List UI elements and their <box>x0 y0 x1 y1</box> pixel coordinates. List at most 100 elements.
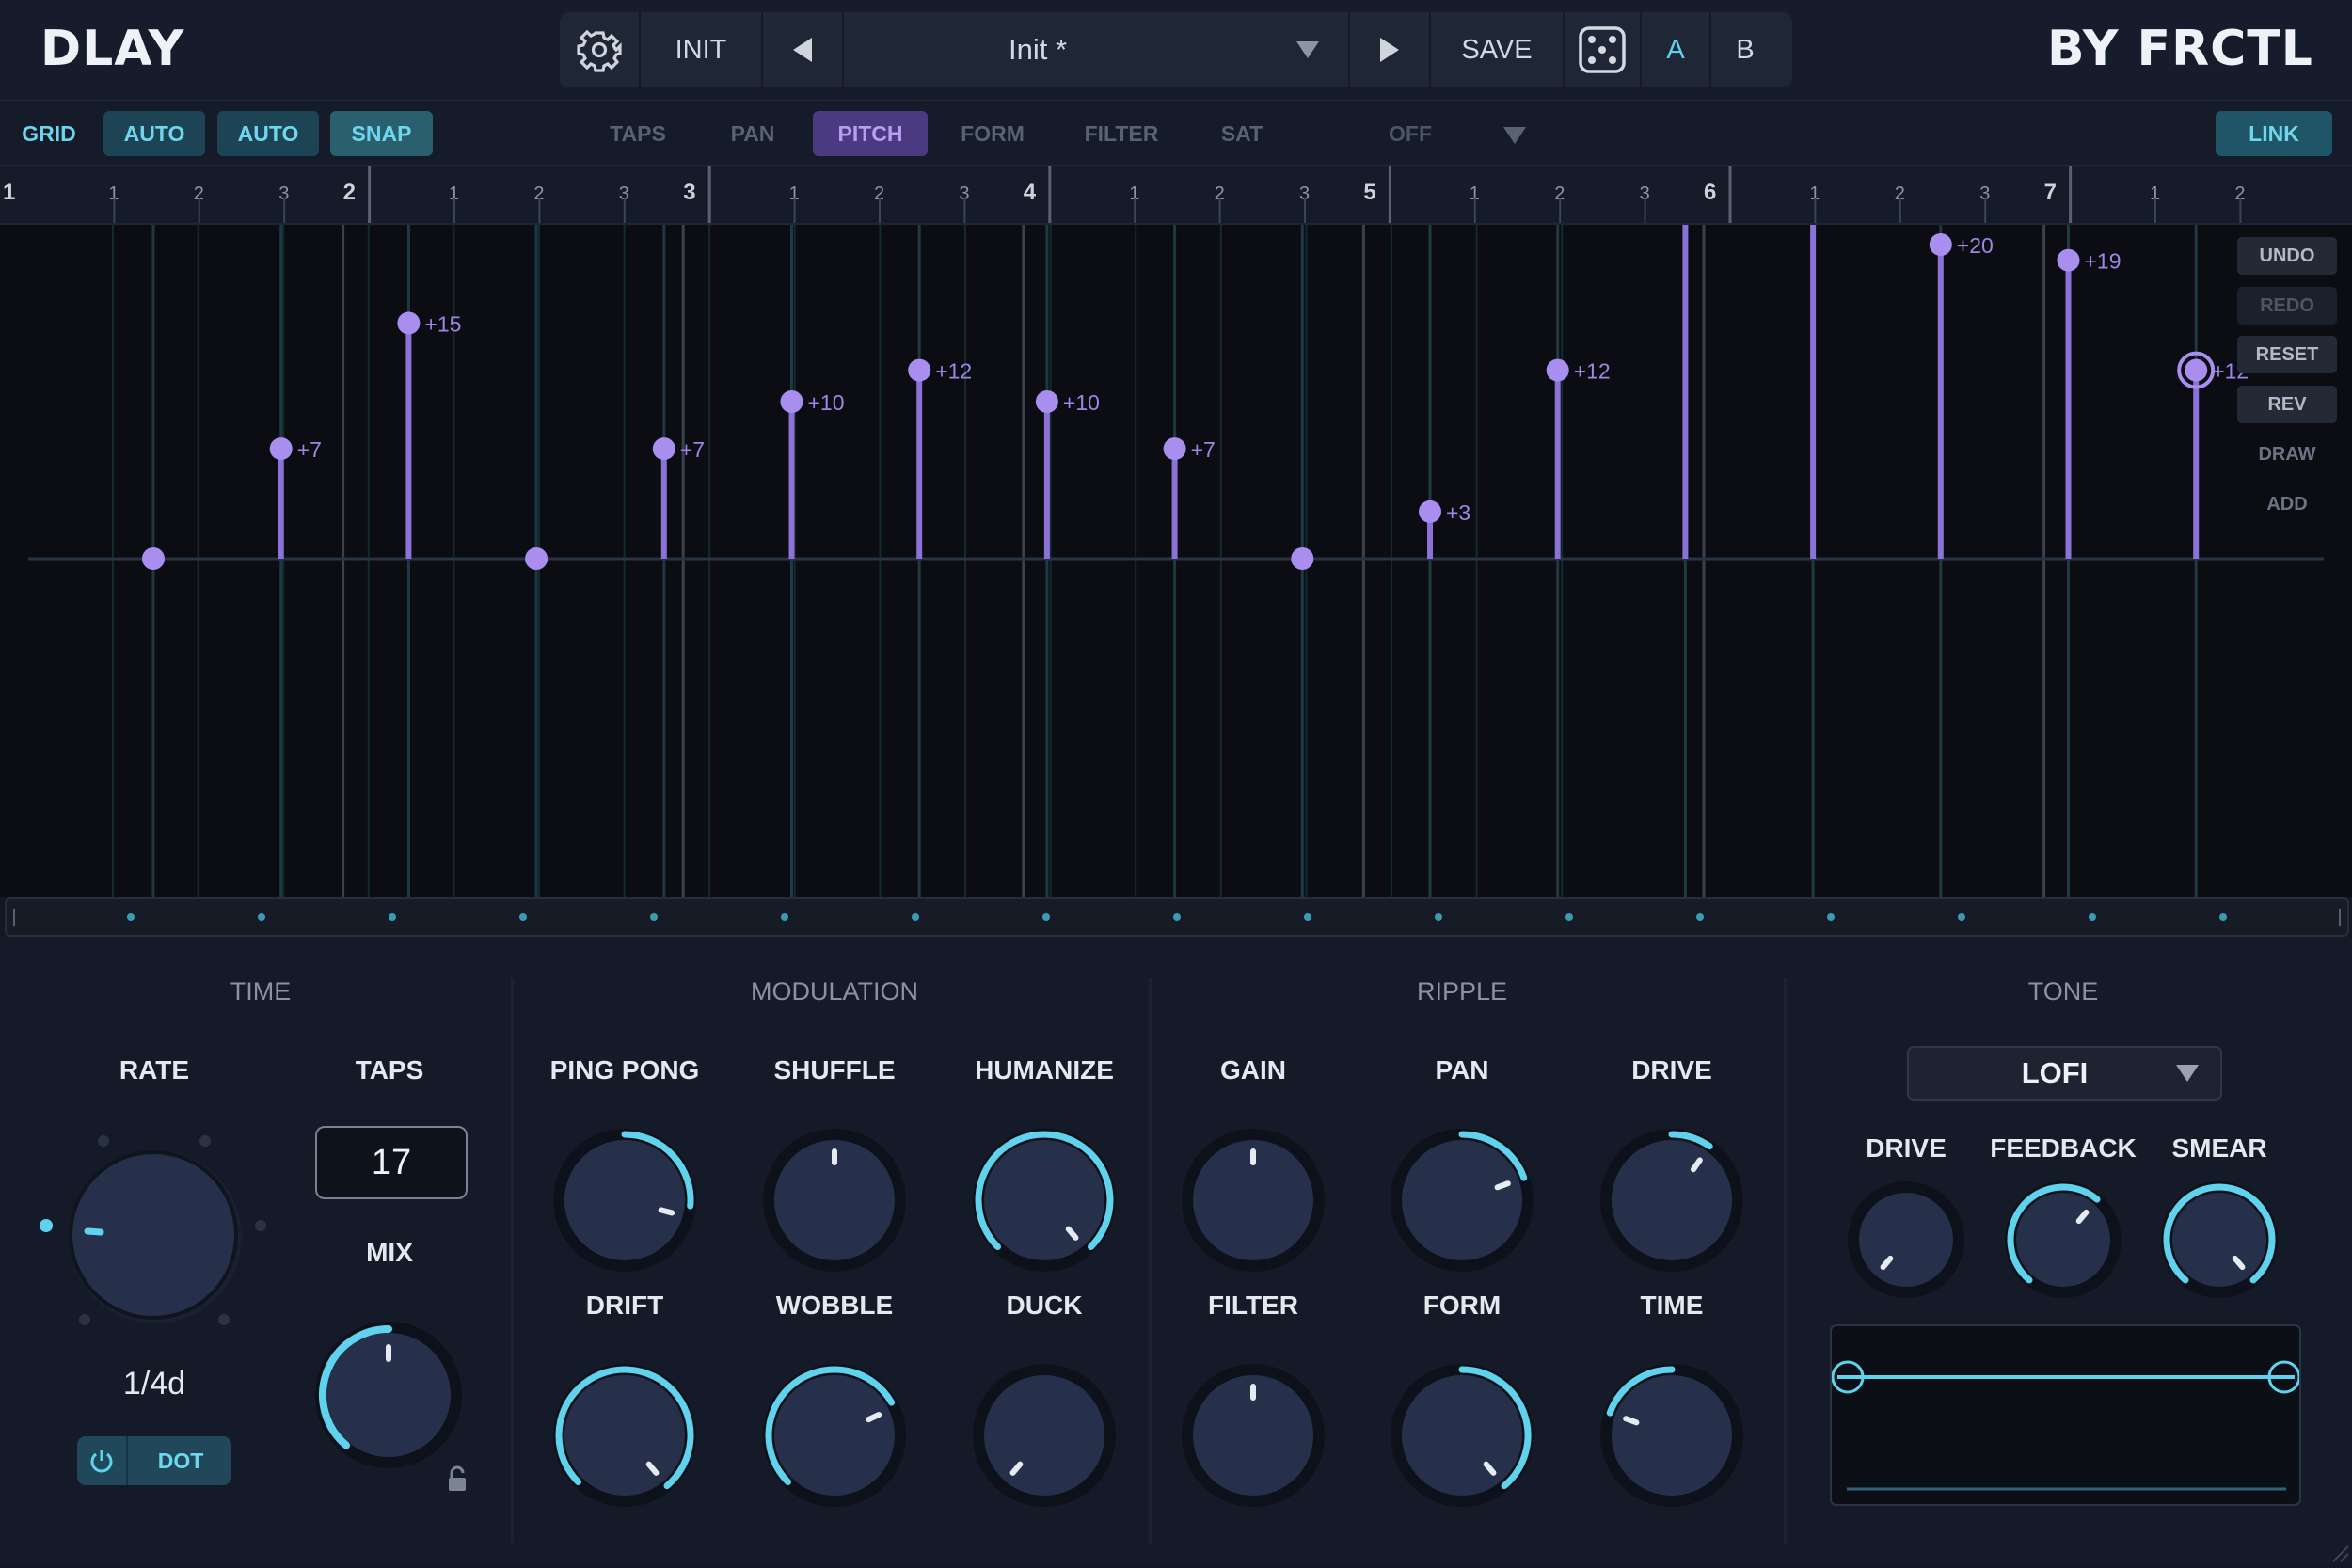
tone-curve-display[interactable] <box>1830 1324 2301 1506</box>
dice-icon <box>1579 26 1626 73</box>
randomize-button[interactable] <box>1565 12 1640 87</box>
pitch-tap-handle[interactable] <box>269 437 293 461</box>
tone-mode-select[interactable]: LOFI <box>1907 1046 2222 1101</box>
auto-button-1[interactable]: AUTO <box>103 111 205 156</box>
pitch-tap[interactable]: +3 <box>1419 499 1470 559</box>
pitch-tap[interactable]: +24 <box>1674 225 1738 559</box>
tab-pitch[interactable]: PITCH <box>813 111 928 156</box>
pitch-tap-handle[interactable] <box>780 390 803 413</box>
pitch-tap-handle[interactable] <box>1546 358 1569 382</box>
pitch-tap[interactable]: +10 <box>780 390 845 559</box>
pitch-tap[interactable]: +15 <box>397 311 461 560</box>
settings-button[interactable] <box>560 12 639 87</box>
pitch-tap-label: +20 <box>1957 233 1994 258</box>
modulation-section-title: MODULATION <box>750 977 918 1006</box>
scroll-tap-marker <box>1565 913 1573 921</box>
pitch-tap-label: +19 <box>2085 249 2122 274</box>
redo-button[interactable]: REDO <box>2237 287 2337 325</box>
pitch-tap-label: +7 <box>297 437 322 462</box>
timeline-ruler[interactable]: 112321233123412351236123712 <box>0 166 2352 225</box>
snap-button[interactable]: SNAP <box>330 111 433 156</box>
tab-pan[interactable]: PAN <box>707 111 798 156</box>
ab-a-button[interactable]: A <box>1642 12 1709 87</box>
tone-feedback-knob[interactable] <box>1999 1176 2127 1304</box>
scroll-tap-marker <box>1304 913 1311 921</box>
humanize-knob[interactable] <box>967 1123 1121 1277</box>
off-select[interactable]: OFF <box>1372 111 1449 156</box>
rate-knob[interactable] <box>28 1119 282 1345</box>
lock-icon[interactable] <box>444 1465 470 1498</box>
mix-knob[interactable] <box>299 1306 478 1484</box>
draw-button[interactable]: DRAW <box>2237 436 2337 473</box>
link-button[interactable]: LINK <box>2216 111 2332 156</box>
preset-dropdown-button[interactable] <box>1284 12 1331 87</box>
pitch-tap[interactable]: +20 <box>1929 233 1994 559</box>
pitch-tap[interactable] <box>142 547 165 570</box>
next-preset-button[interactable] <box>1350 12 1429 87</box>
pitch-tap-handle[interactable] <box>1291 547 1314 570</box>
pitch-tap[interactable]: +10 <box>1035 390 1100 559</box>
auto-button-2[interactable]: AUTO <box>217 111 319 156</box>
pitch-tap-handle[interactable] <box>1929 233 1952 256</box>
pitch-tap-handle[interactable] <box>908 358 931 382</box>
vendor-logo: BY FRCTL <box>2047 21 2313 77</box>
pan-knob[interactable] <box>1385 1123 1539 1277</box>
dot-toggle[interactable]: DOT <box>77 1436 231 1485</box>
reset-button[interactable]: RESET <box>2237 336 2337 373</box>
tab-filter[interactable]: FILTER <box>1073 111 1170 156</box>
init-button[interactable]: INIT <box>641 12 761 87</box>
shuffle-knob[interactable] <box>757 1123 912 1277</box>
gain-knob[interactable] <box>1176 1123 1330 1277</box>
filter-knob[interactable] <box>1176 1358 1330 1513</box>
ripple-knob-label: GAIN <box>1220 1055 1286 1085</box>
pitch-tap[interactable]: +7 <box>1163 437 1216 559</box>
pitch-tap-handle[interactable] <box>2185 358 2208 382</box>
tone-drive-knob[interactable] <box>1842 1176 1970 1304</box>
taps-value-field[interactable]: 17 <box>315 1126 468 1199</box>
pitch-tap-handle[interactable] <box>142 547 165 570</box>
tab-taps[interactable]: TAPS <box>589 111 687 156</box>
pitch-tap-handle[interactable] <box>1419 499 1441 523</box>
form-knob[interactable] <box>1385 1358 1539 1513</box>
pitch-tap[interactable]: +7 <box>652 437 705 559</box>
resize-handle[interactable] <box>2331 1544 2350 1568</box>
wobble-knob[interactable] <box>757 1358 912 1513</box>
save-button[interactable]: SAVE <box>1431 12 1563 87</box>
pitch-tap[interactable]: +19 <box>2057 248 2122 559</box>
ab-b-button[interactable]: B <box>1711 12 1779 87</box>
time-knob[interactable] <box>1595 1358 1749 1513</box>
time-section-title: TIME <box>230 977 292 1006</box>
off-dropdown-button[interactable] <box>1502 125 1528 150</box>
pitch-tap-handle[interactable] <box>397 311 421 335</box>
timeline-scrollbar[interactable] <box>5 897 2349 937</box>
pitch-tap[interactable]: +12 <box>908 358 972 559</box>
drift-knob[interactable] <box>548 1358 702 1513</box>
prev-preset-button[interactable] <box>763 12 842 87</box>
pitch-tap[interactable] <box>1291 547 1314 570</box>
scroll-tap-marker <box>650 913 658 921</box>
scroll-tap-marker <box>1696 913 1704 921</box>
undo-button[interactable]: UNDO <box>2237 237 2337 275</box>
tab-form[interactable]: FORM <box>943 111 1042 156</box>
scroll-tap-marker <box>127 913 135 921</box>
pitch-tap-handle[interactable] <box>1163 437 1186 461</box>
reverse-button[interactable]: REV <box>2237 386 2337 423</box>
pitch-tap[interactable]: +7 <box>269 437 322 559</box>
ping-pong-knob[interactable] <box>548 1123 702 1277</box>
pitch-tap-handle[interactable] <box>2057 248 2080 272</box>
grid-button[interactable]: GRID <box>11 111 87 156</box>
pitch-tap-handle[interactable] <box>525 547 548 570</box>
drive-knob[interactable] <box>1595 1123 1749 1277</box>
preset-name[interactable]: Init * <box>844 12 1232 87</box>
pitch-tap-handle[interactable] <box>652 437 675 461</box>
tone-smear-knob[interactable] <box>2155 1176 2283 1304</box>
duck-knob[interactable] <box>967 1358 1121 1513</box>
pitch-tap[interactable] <box>525 547 548 570</box>
pitch-tap[interactable]: +12 <box>1546 358 1611 559</box>
add-button[interactable]: ADD <box>2237 485 2337 523</box>
pitch-tap-handle[interactable] <box>1035 390 1058 413</box>
tab-sat[interactable]: SAT <box>1199 111 1285 156</box>
pitch-tap-label: +3 <box>1446 500 1470 525</box>
pitch-sequencer-grid[interactable]: +7+15+7+10+12+10+7+3+12+24+22+20+19+12 <box>0 225 2352 897</box>
pitch-tap[interactable]: +22 <box>1802 225 1866 559</box>
